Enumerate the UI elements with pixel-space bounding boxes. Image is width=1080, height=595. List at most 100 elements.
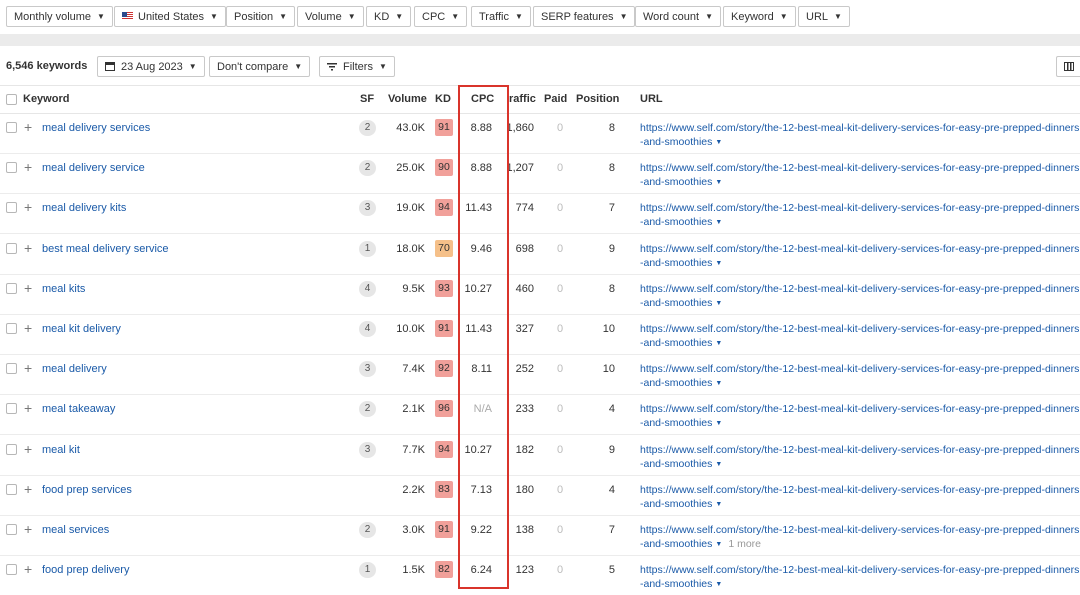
url-text[interactable]: https://www.self.com/story/the-12-best-m… [640, 363, 1079, 389]
url-link[interactable]: https://www.self.com/story/the-12-best-m… [640, 121, 1080, 150]
row-checkbox[interactable] [6, 484, 17, 495]
caret-down-icon[interactable]: ▼ [715, 541, 722, 548]
plus-icon[interactable]: + [24, 401, 32, 415]
filter-serp-features[interactable]: SERP features ▼ [533, 6, 636, 27]
row-checkbox[interactable] [6, 162, 17, 173]
sf-badge[interactable]: 3 [359, 200, 376, 216]
filter-traffic[interactable]: Traffic ▼ [471, 6, 531, 27]
keyword-link[interactable]: food prep delivery [42, 564, 129, 576]
col-paid[interactable]: Paid [544, 93, 567, 105]
col-kd[interactable]: KD [435, 93, 451, 105]
url-link[interactable]: https://www.self.com/story/the-12-best-m… [640, 201, 1080, 230]
caret-down-icon[interactable]: ▼ [715, 581, 722, 588]
filters-button[interactable]: Filters ▼ [319, 56, 395, 77]
columns-button[interactable] [1056, 56, 1080, 77]
url-link[interactable]: https://www.self.com/story/the-12-best-m… [640, 402, 1080, 431]
url-text[interactable]: https://www.self.com/story/the-12-best-m… [640, 403, 1079, 429]
sf-badge[interactable]: 2 [359, 522, 376, 538]
plus-icon[interactable]: + [24, 442, 32, 456]
plus-icon[interactable]: + [24, 120, 32, 134]
plus-icon[interactable]: + [24, 321, 32, 335]
url-link[interactable]: https://www.self.com/story/the-12-best-m… [640, 563, 1080, 592]
caret-down-icon[interactable]: ▼ [715, 179, 722, 186]
keyword-link[interactable]: meal delivery kits [42, 202, 126, 214]
caret-down-icon[interactable]: ▼ [715, 260, 722, 267]
sf-badge[interactable]: 2 [359, 401, 376, 417]
caret-down-icon[interactable]: ▼ [715, 139, 722, 146]
keyword-link[interactable]: meal kit [42, 444, 80, 456]
plus-icon[interactable]: + [24, 281, 32, 295]
sf-badge[interactable]: 4 [359, 321, 376, 337]
row-checkbox[interactable] [6, 403, 17, 414]
url-link[interactable]: https://www.self.com/story/the-12-best-m… [640, 443, 1080, 472]
filter-volume[interactable]: Volume ▼ [297, 6, 364, 27]
more-link[interactable]: 1 more [728, 538, 761, 550]
caret-down-icon[interactable]: ▼ [715, 380, 722, 387]
keyword-link[interactable]: meal delivery [42, 363, 107, 375]
plus-icon[interactable]: + [24, 241, 32, 255]
filter-country[interactable]: United States ▼ [114, 6, 226, 27]
url-text[interactable]: https://www.self.com/story/the-12-best-m… [640, 283, 1079, 309]
keyword-link[interactable]: meal delivery services [42, 122, 150, 134]
col-volume[interactable]: Volume [388, 93, 427, 105]
sf-badge[interactable]: 2 [359, 160, 376, 176]
filter-monthly-volume[interactable]: Monthly volume ▼ [6, 6, 113, 27]
url-text[interactable]: https://www.self.com/story/the-12-best-m… [640, 444, 1079, 470]
keyword-link[interactable]: meal kits [42, 283, 85, 295]
row-checkbox[interactable] [6, 243, 17, 254]
plus-icon[interactable]: + [24, 562, 32, 576]
keyword-link[interactable]: food prep services [42, 484, 132, 496]
sf-badge[interactable]: 1 [359, 562, 376, 578]
caret-down-icon[interactable]: ▼ [715, 340, 722, 347]
plus-icon[interactable]: + [24, 361, 32, 375]
row-checkbox[interactable] [6, 363, 17, 374]
sf-badge[interactable]: 1 [359, 241, 376, 257]
col-sf[interactable]: SF [360, 93, 374, 105]
url-text[interactable]: https://www.self.com/story/the-12-best-m… [640, 484, 1079, 510]
row-checkbox[interactable] [6, 323, 17, 334]
date-picker-button[interactable]: 23 Aug 2023 ▼ [97, 56, 205, 77]
col-position[interactable]: Position [576, 93, 619, 105]
sf-badge[interactable]: 2 [359, 120, 376, 136]
col-url[interactable]: URL [640, 93, 663, 105]
sf-badge[interactable]: 3 [359, 361, 376, 377]
caret-down-icon[interactable]: ▼ [715, 420, 722, 427]
filter-keyword[interactable]: Keyword ▼ [723, 6, 796, 27]
row-checkbox[interactable] [6, 444, 17, 455]
url-link[interactable]: https://www.self.com/story/the-12-best-m… [640, 322, 1080, 351]
filter-position[interactable]: Position ▼ [226, 6, 296, 27]
url-link[interactable]: https://www.self.com/story/the-12-best-m… [640, 523, 1080, 552]
caret-down-icon[interactable]: ▼ [715, 300, 722, 307]
keyword-link[interactable]: best meal delivery service [42, 243, 169, 255]
filter-url[interactable]: URL ▼ [798, 6, 850, 27]
url-text[interactable]: https://www.self.com/story/the-12-best-m… [640, 202, 1079, 228]
row-checkbox[interactable] [6, 202, 17, 213]
filter-cpc[interactable]: CPC ▼ [414, 6, 468, 27]
url-link[interactable]: https://www.self.com/story/the-12-best-m… [640, 282, 1080, 311]
keyword-link[interactable]: meal delivery service [42, 162, 145, 174]
keyword-link[interactable]: meal services [42, 524, 109, 536]
col-traffic[interactable]: raffic [509, 93, 536, 105]
url-link[interactable]: https://www.self.com/story/the-12-best-m… [640, 161, 1080, 190]
sf-badge[interactable]: 3 [359, 442, 376, 458]
filter-kd[interactable]: KD ▼ [366, 6, 412, 27]
caret-down-icon[interactable]: ▼ [715, 219, 722, 226]
row-checkbox[interactable] [6, 564, 17, 575]
keyword-link[interactable]: meal kit delivery [42, 323, 121, 335]
sf-badge[interactable]: 4 [359, 281, 376, 297]
url-link[interactable]: https://www.self.com/story/the-12-best-m… [640, 483, 1080, 512]
filter-word-count[interactable]: Word count ▼ [635, 6, 721, 27]
row-checkbox[interactable] [6, 122, 17, 133]
plus-icon[interactable]: + [24, 482, 32, 496]
url-text[interactable]: https://www.self.com/story/the-12-best-m… [640, 122, 1079, 148]
row-checkbox[interactable] [6, 283, 17, 294]
url-text[interactable]: https://www.self.com/story/the-12-best-m… [640, 243, 1079, 269]
url-link[interactable]: https://www.self.com/story/the-12-best-m… [640, 242, 1080, 271]
plus-icon[interactable]: + [24, 160, 32, 174]
select-all-checkbox[interactable] [6, 94, 17, 105]
col-keyword[interactable]: Keyword [23, 93, 69, 105]
row-checkbox[interactable] [6, 524, 17, 535]
plus-icon[interactable]: + [24, 200, 32, 214]
caret-down-icon[interactable]: ▼ [715, 501, 722, 508]
col-cpc[interactable]: CPC [471, 93, 494, 105]
